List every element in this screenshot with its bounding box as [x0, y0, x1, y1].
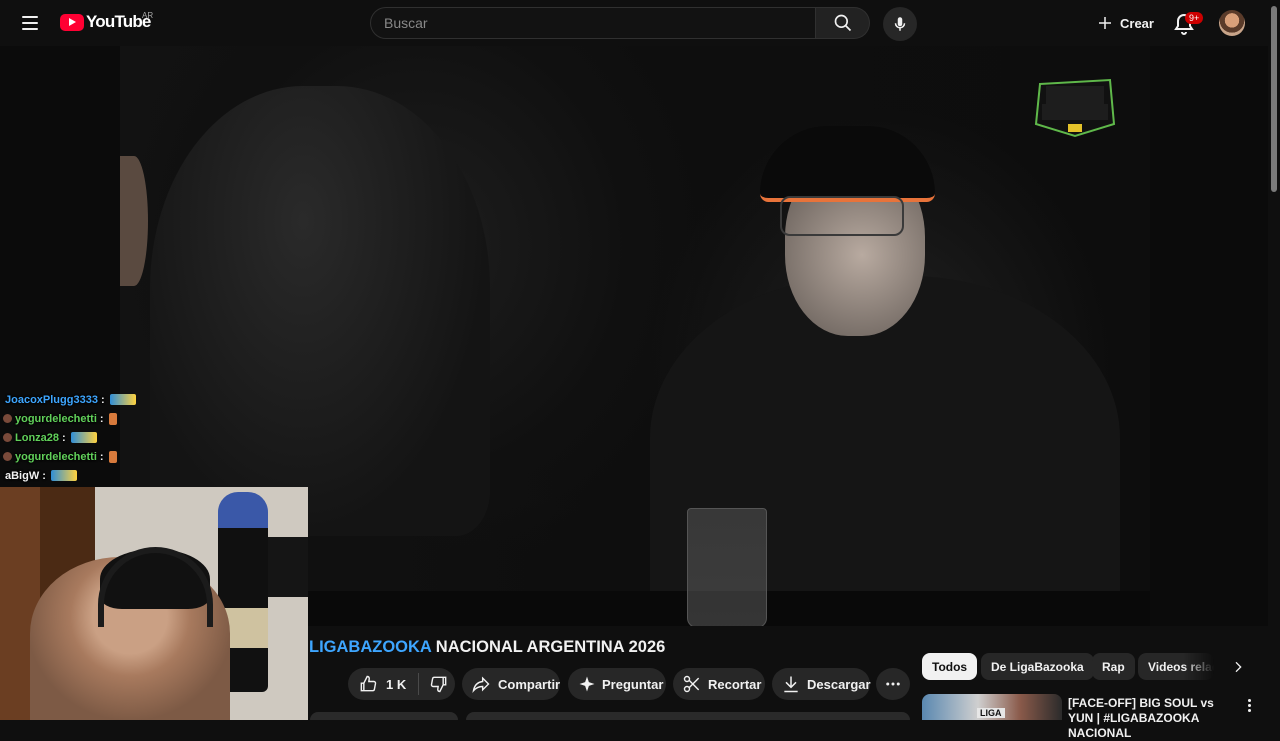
emote-icon: [108, 450, 117, 463]
subscriber-badge-icon: [3, 433, 12, 442]
thumbnail-logo-text: LIGA: [977, 708, 1005, 718]
thumbs-up-icon[interactable]: [358, 674, 378, 694]
glasses: [780, 196, 904, 236]
description-peek: [466, 712, 910, 720]
subscriber-badge-icon: [3, 414, 12, 423]
stream-chat-overlay: JoacoxPlugg3333 : yogurdelechetti : Lonz…: [0, 390, 310, 485]
chat-separator: :: [99, 412, 104, 425]
menu-icon[interactable]: [18, 11, 42, 35]
sparkle-icon: [579, 676, 595, 692]
hashtag-link[interactable]: LIGABAZOOKA: [309, 638, 431, 656]
chat-message: aBigW :: [0, 466, 310, 485]
chip-todos[interactable]: Todos: [922, 653, 978, 680]
chat-separator: :: [100, 393, 105, 406]
chat-username: aBigW: [5, 469, 40, 482]
thumbs-down-icon[interactable]: [429, 674, 449, 694]
microphone-icon: [894, 17, 906, 31]
chat-separator: :: [99, 450, 104, 463]
chat-username: yogurdelechetti: [15, 412, 97, 425]
video-title: LIGABAZOOKA NACIONAL ARGENTINA 2026: [309, 638, 665, 657]
recommended-title[interactable]: [FACE-OFF] BIG SOUL vs YUN | #LIGABAZOOK…: [1068, 696, 1238, 741]
search-input[interactable]: [371, 8, 804, 38]
youtube-play-icon: [60, 13, 84, 31]
chip-videos-relacionados[interactable]: Videos relacionados: [1138, 653, 1214, 680]
notification-badge: 9+: [1185, 12, 1204, 24]
voice-search-button[interactable]: [883, 7, 917, 41]
create-label: Crear: [1120, 15, 1154, 31]
scissors-icon: [683, 675, 700, 693]
chip-de-ligabazooka[interactable]: De LigaBazooka: [981, 653, 1094, 680]
like-count[interactable]: 1 K: [386, 677, 406, 692]
liga-bazooka-watermark-logo: [1034, 78, 1116, 138]
chips-next-chevron-icon[interactable]: [1226, 655, 1250, 679]
chat-separator: :: [62, 431, 66, 444]
chat-message: yogurdelechetti :: [0, 409, 310, 428]
search-icon: [834, 14, 851, 32]
chat-message: JoacoxPlugg3333 :: [0, 390, 310, 409]
download-icon: [784, 676, 798, 693]
search-button[interactable]: [816, 7, 870, 39]
subscriber-badge-icon: [3, 452, 12, 461]
webcam-monitor: [268, 537, 308, 597]
youtube-logo[interactable]: YouTube AR: [60, 11, 154, 32]
emote-icon: [108, 412, 117, 425]
masthead: YouTube AR Crear 9+: [0, 0, 1268, 46]
clip-label: Recortar: [708, 676, 762, 692]
logo-text: YouTube: [86, 12, 151, 31]
plus-icon: [1099, 17, 1111, 29]
clip-button[interactable]: Recortar: [673, 668, 765, 700]
ask-button[interactable]: Preguntar: [568, 668, 666, 700]
chat-separator: :: [42, 469, 46, 482]
like-dislike-group: 1 K: [348, 668, 455, 700]
scrollbar-thumb[interactable]: [1271, 6, 1277, 192]
chat-username: yogurdelechetti: [15, 450, 97, 463]
download-label: Descargar: [807, 676, 871, 692]
emote-icon: [50, 470, 77, 481]
chip-rap[interactable]: Rap: [1092, 653, 1135, 680]
ask-label: Preguntar: [602, 676, 664, 692]
create-button[interactable]: Crear: [1088, 8, 1162, 38]
recommended-thumbnail[interactable]: LIGA: [922, 694, 1062, 720]
more-vertical-icon[interactable]: [1242, 696, 1256, 714]
water-glass: [687, 508, 767, 626]
search-box: [370, 7, 816, 39]
emote-icon: [109, 394, 136, 405]
country-code: AR: [142, 11, 154, 20]
share-label: Compartir: [498, 676, 561, 692]
download-button[interactable]: Descargar: [772, 668, 871, 700]
emote-icon: [70, 432, 97, 443]
more-actions-button[interactable]: [876, 668, 910, 700]
account-avatar[interactable]: [1219, 10, 1245, 36]
more-horizontal-icon: [886, 682, 900, 686]
channel-row-peek: [310, 712, 458, 720]
cap: [760, 126, 935, 202]
share-arrow-icon: [472, 676, 490, 694]
video-title-text: NACIONAL ARGENTINA 2026: [431, 638, 666, 656]
chat-username: JoacoxPlugg3333: [5, 393, 98, 406]
chat-message: yogurdelechetti :: [0, 447, 310, 466]
chat-message: Lonza28 :: [0, 428, 310, 447]
like-divider: [418, 673, 420, 695]
chat-username: Lonza28: [15, 431, 60, 444]
webcam-overlay: [0, 487, 308, 720]
left-person-face: [120, 156, 148, 286]
page-scrollbar[interactable]: [1268, 0, 1280, 720]
share-button[interactable]: Compartir: [462, 668, 560, 700]
